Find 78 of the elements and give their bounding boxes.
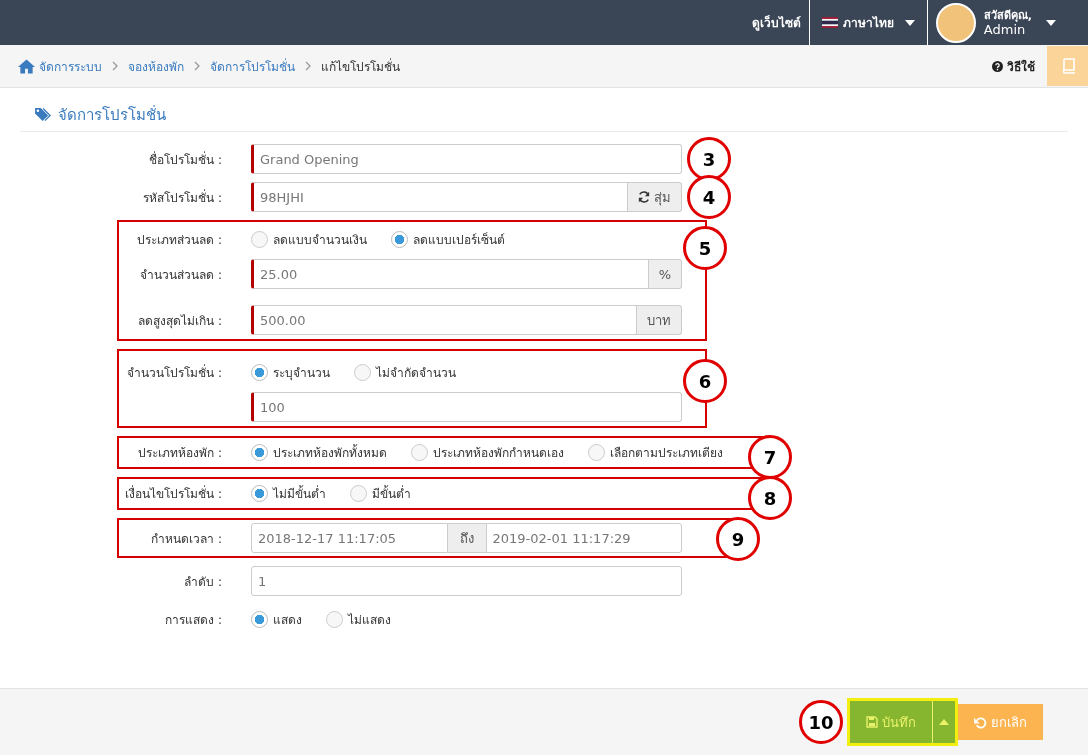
field-label: ประเภทส่วนลด :	[136, 232, 222, 249]
date-field[interactable]: 2019-02-01 11:17:29	[485, 523, 682, 553]
thai-flag-icon	[821, 17, 838, 28]
radio-button[interactable]	[251, 364, 268, 381]
user-menu[interactable]: สวัสดีคุณ, Admin	[927, 0, 1088, 45]
manual-button[interactable]	[1047, 46, 1088, 86]
callout-number: 10	[799, 700, 843, 744]
help-icon	[992, 60, 1003, 72]
radio-option[interactable]: ไม่แสดง	[326, 609, 391, 629]
breadcrumb-link[interactable]: จองห้องพัก	[128, 56, 184, 76]
help-link[interactable]: วิธีใช้	[992, 56, 1035, 76]
radio-option[interactable]: ลดแบบจำนวนเงิน	[251, 230, 367, 249]
radio-button[interactable]	[391, 231, 408, 248]
radio-option[interactable]: ประเภทห้องพักกำหนดเอง	[411, 443, 564, 462]
random-button[interactable]: สุ่ม	[628, 182, 682, 212]
input-field[interactable]: 25.00	[251, 259, 649, 289]
radio-button[interactable]	[588, 444, 605, 461]
radio-button[interactable]	[350, 485, 367, 502]
save-options-button[interactable]	[933, 701, 955, 743]
date-field[interactable]: 2018-12-17 11:17:05	[251, 523, 448, 553]
radio-button[interactable]	[251, 610, 268, 628]
radio-button[interactable]	[354, 364, 371, 381]
breadcrumb-link[interactable]: จัดการโปรโมชั่น	[210, 56, 295, 76]
field-label: เงื่อนไขโปรโมชั่น :	[124, 484, 222, 503]
field-label: จำนวนโปรโมชั่น :	[126, 363, 222, 382]
home-icon	[18, 58, 35, 74]
tag-icon	[35, 107, 52, 122]
field-label: ประเภทห้องพัก :	[137, 445, 222, 462]
callout-number: 6	[683, 359, 727, 403]
caret-icon	[939, 719, 949, 725]
radio-option[interactable]: ไม่จำกัดจำนวน	[354, 363, 456, 382]
callout-number: 7	[748, 435, 792, 479]
radio-button[interactable]	[251, 231, 268, 248]
radio-option[interactable]: ไม่มีขั้นต่ำ	[251, 484, 326, 503]
avatar	[935, 2, 976, 43]
radio-option[interactable]: แสดง	[251, 609, 302, 629]
field-label: กำหนดเวลา :	[150, 530, 222, 548]
field-label: ลดสูงสุดไม่เกิน :	[137, 312, 222, 330]
callout-number: 5	[683, 226, 727, 270]
chevron-icon	[112, 61, 118, 71]
radio-option[interactable]: มีขั้นต่ำ	[350, 484, 411, 503]
input-field[interactable]: 1	[251, 566, 682, 596]
user-name: Admin	[983, 22, 1026, 37]
chevron-icon	[305, 61, 311, 71]
caret-icon	[904, 19, 915, 26]
field-label: การแสดง :	[164, 611, 222, 629]
page-heading: จัดการโปรโมชั่น	[58, 104, 166, 126]
radio-option[interactable]: ประเภทห้องพักทั้งหมด	[251, 443, 387, 462]
field-label: ชื่อโปรโมชั่น :	[148, 150, 222, 169]
undo-icon	[974, 715, 987, 729]
unit-label: บาท	[637, 305, 682, 335]
caret-icon	[1046, 19, 1056, 26]
field-label: รหัสโปรโมชั่น :	[142, 188, 222, 207]
radio-option[interactable]: ลดแบบเปอร์เซ็นต์	[391, 230, 505, 249]
input-field[interactable]: 98HJHI	[251, 182, 628, 212]
callout-number: 9	[716, 517, 760, 561]
range-label: ถึง	[447, 523, 486, 553]
greeting-text: สวัสดีคุณ,	[983, 8, 1032, 23]
breadcrumb-link[interactable]: จัดการระบบ	[39, 56, 102, 76]
breadcrumb-current: แก้ไขโปรโมชั่น	[321, 57, 400, 76]
floppy-icon	[866, 716, 878, 728]
input-field[interactable]: 500.00	[251, 305, 637, 335]
callout-number: 4	[687, 175, 731, 219]
radio-option[interactable]: เลือกตามประเภทเตียง	[588, 443, 723, 462]
unit-label: %	[648, 259, 682, 289]
radio-option[interactable]: ระบุจำนวน	[251, 363, 330, 382]
radio-button[interactable]	[326, 610, 343, 628]
input-field[interactable]: Grand Opening	[251, 144, 682, 174]
radio-button[interactable]	[251, 485, 268, 502]
refresh-icon	[638, 191, 650, 203]
field-label: จำนวนส่วนลด :	[139, 266, 222, 284]
book-icon	[1060, 58, 1075, 74]
callout-number: 8	[748, 476, 792, 520]
field-label: ลำดับ :	[183, 573, 222, 591]
radio-button[interactable]	[251, 444, 268, 461]
chevron-icon	[194, 61, 200, 71]
radio-button[interactable]	[411, 444, 428, 461]
input-field[interactable]: 100	[251, 392, 682, 422]
